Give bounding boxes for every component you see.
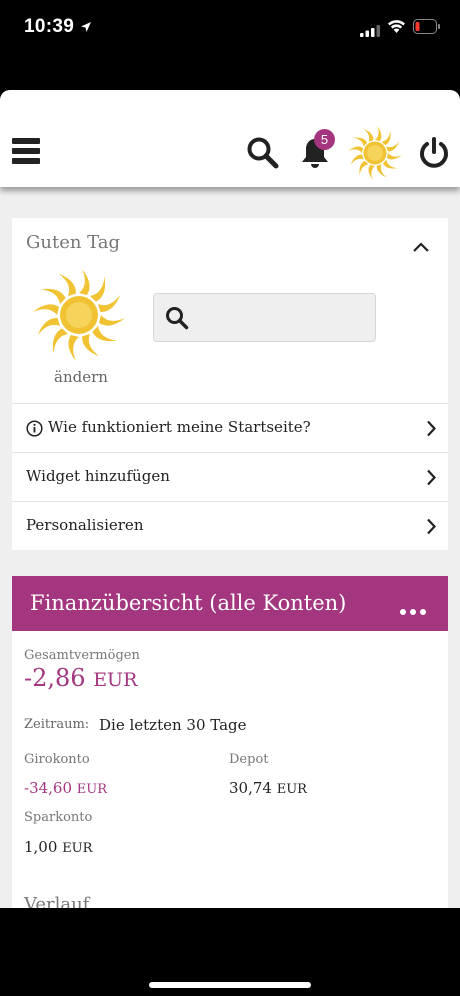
chevron-right-icon: [426, 469, 437, 490]
search-icon: [165, 306, 189, 334]
row-label: Personalisieren: [26, 516, 144, 534]
greeting-title: Guten Tag: [26, 232, 121, 253]
total-assets-value: -2,86 EUR: [24, 664, 137, 692]
account-name: Depot: [229, 752, 269, 767]
total-assets-label: Gesamtvermögen: [24, 648, 140, 663]
currency: EUR: [276, 782, 307, 797]
currency: EUR: [62, 841, 93, 856]
history-section-title: Verlauf: [24, 894, 90, 908]
status-bar: 10:39: [0, 0, 460, 56]
chevron-right-icon: [426, 518, 437, 539]
row-how-it-works[interactable]: Wie funktioniert meine Startseite?: [12, 403, 448, 452]
total-amount: -2,86: [24, 664, 86, 692]
bottom-bar: [0, 908, 460, 996]
sun-logo-icon[interactable]: [346, 124, 404, 186]
period-selector[interactable]: Die letzten 30 Tage: [99, 716, 247, 734]
search-icon[interactable]: [246, 136, 280, 174]
notification-badge: 5: [314, 129, 335, 150]
chevron-up-icon[interactable]: [412, 238, 430, 257]
status-time: 10:39: [24, 16, 75, 37]
power-icon[interactable]: [418, 136, 450, 174]
account-balance[interactable]: 1,00 EUR: [24, 838, 92, 856]
account-balance[interactable]: -34,60 EUR: [24, 779, 107, 797]
greeting-card: Guten Tag ändern Wie funktioniert meine …: [12, 218, 448, 550]
finance-overview-card: Finanzübersicht (alle Konten) Gesamtverm…: [12, 576, 448, 908]
location-arrow-icon: [80, 18, 92, 37]
account-name: Girokonto: [24, 752, 90, 767]
currency: EUR: [93, 669, 138, 691]
row-add-widget[interactable]: Widget hinzufügen: [12, 452, 448, 501]
wifi-icon: [387, 19, 406, 38]
avatar[interactable]: [30, 266, 128, 368]
account-amount: 30,74: [229, 779, 272, 797]
account-name: Sparkonto: [24, 810, 93, 825]
account-amount: -34,60: [24, 779, 73, 797]
chevron-right-icon: [426, 420, 437, 441]
app-viewport: 5 Guten Tag ändern Wie funktioniert mein…: [0, 90, 460, 908]
change-avatar-link[interactable]: ändern: [54, 368, 108, 386]
period-label: Zeitraum:: [24, 717, 90, 732]
more-options-icon[interactable]: [400, 600, 430, 619]
search-input[interactable]: [198, 304, 368, 332]
currency: EUR: [76, 782, 108, 797]
row-label: Wie funktioniert meine Startseite?: [48, 418, 311, 436]
account-balance[interactable]: 30,74 EUR: [229, 779, 307, 797]
battery-low-icon: [413, 19, 441, 38]
home-indicator[interactable]: [149, 982, 311, 988]
app-header: 5: [0, 90, 460, 187]
row-label: Widget hinzufügen: [26, 467, 170, 485]
signal-icon: [360, 22, 380, 41]
finance-card-header: Finanzübersicht (alle Konten): [12, 576, 448, 631]
account-amount: 1,00: [24, 838, 58, 856]
row-personalize[interactable]: Personalisieren: [12, 501, 448, 550]
search-field[interactable]: [153, 293, 376, 342]
info-icon: [26, 420, 43, 441]
finance-card-title: Finanzübersicht (alle Konten): [30, 591, 347, 615]
menu-icon[interactable]: [12, 138, 40, 166]
